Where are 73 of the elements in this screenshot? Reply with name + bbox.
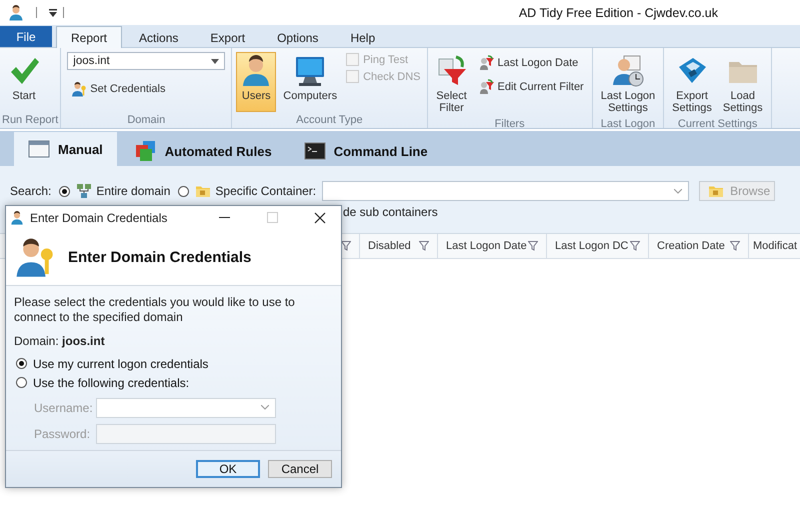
file-menu[interactable]: File: [0, 26, 52, 47]
network-icon: [76, 183, 92, 199]
filter-icon: [528, 241, 538, 251]
dialog-title: Enter Domain Credentials: [30, 210, 168, 224]
last-logon-date-button[interactable]: Last Logon Date: [474, 52, 588, 74]
dialog-heading: Enter Domain Credentials: [68, 248, 252, 266]
chevron-icon: [261, 405, 269, 410]
caret-icon: [211, 58, 220, 64]
column-header[interactable]: Disabled: [360, 234, 438, 258]
user-clock-icon: [612, 55, 644, 87]
filter-icon: [630, 241, 640, 251]
window-title: AD Tidy Free Edition - Cjwdev.co.uk: [518, 6, 718, 20]
radio-label: Entire domain: [96, 184, 170, 198]
app-icon: [8, 4, 24, 20]
set-credentials-button[interactable]: Set Credentials: [67, 78, 226, 100]
edit-filter-button[interactable]: Edit Current Filter: [474, 76, 588, 98]
filter-icon: [341, 241, 351, 251]
credentials-radio[interactable]: Use my current logon credentials: [14, 354, 333, 373]
group-label: Account Type: [295, 113, 364, 128]
ribbon-tab[interactable]: Report: [56, 26, 122, 48]
view-tab[interactable]: Command Line: [290, 136, 442, 166]
filter-icon: [419, 241, 429, 251]
field-label: Username:: [34, 400, 94, 414]
view-tab[interactable]: Manual: [14, 132, 117, 166]
customize-icon: [49, 8, 57, 18]
users-button[interactable]: Users: [236, 52, 276, 112]
user-key-icon: [71, 81, 88, 97]
filter-user-icon: [478, 55, 495, 71]
radio-button[interactable]: [178, 186, 190, 196]
radio-button[interactable]: [59, 186, 70, 196]
column-header[interactable]: Creation Date: [649, 234, 749, 258]
cancel-button[interactable]: Cancel: [268, 460, 332, 478]
close-icon: [314, 212, 326, 224]
group-label: Current Settings: [676, 117, 758, 132]
app-icon: [10, 210, 24, 224]
group-label: Domain: [126, 113, 166, 128]
load-settings-button[interactable]: Load Settings: [718, 52, 767, 117]
domain-text: Domain: joos.int: [14, 334, 106, 348]
credentials-radio[interactable]: Use the following credentials:: [14, 373, 333, 392]
field-label: Password:: [34, 426, 92, 440]
container-field[interactable]: [322, 181, 690, 201]
last-logon-settings-button[interactable]: Last Logon Settings: [596, 52, 660, 117]
search-label: Search:: [10, 184, 52, 198]
description-text: Please select the credentials you would like to use to connect to the specified domain: [14, 295, 296, 325]
view-tab[interactable]: Automated Rules: [120, 136, 286, 166]
ribbon-tab[interactable]: Help: [335, 27, 390, 47]
ribbon-tab[interactable]: Export: [195, 27, 260, 47]
funnel-icon: [436, 55, 468, 87]
export-settings-button[interactable]: Export Settings: [668, 52, 716, 117]
start-button[interactable]: Start: [4, 52, 44, 112]
blocks-icon: [134, 140, 157, 162]
radio-button[interactable]: [16, 358, 27, 369]
column-header[interactable]: Last Logon Date: [438, 234, 547, 258]
group-label: Last Logon: [600, 117, 656, 132]
maximize-icon: [266, 212, 278, 223]
column-header[interactable]: Last Logon DC: [547, 234, 649, 258]
chevron-icon: [674, 188, 682, 194]
domain-dropdown[interactable]: joos.int: [67, 52, 226, 70]
filter-icon: [730, 241, 740, 251]
filter-user-icon: [478, 79, 495, 95]
group-label: Run Report: [1, 113, 60, 128]
checkbox-label: de sub containers: [343, 205, 439, 219]
group-label: Filters: [494, 117, 526, 132]
computers-button[interactable]: Computers: [279, 52, 342, 112]
console-icon: [304, 142, 326, 160]
ok-button[interactable]: OK: [196, 460, 260, 478]
ribbon-tab[interactable]: Actions: [124, 27, 194, 47]
select-filter-button[interactable]: Select Filter: [432, 52, 472, 117]
window-icon: [28, 140, 50, 158]
radio-label: Specific Container:: [215, 184, 316, 198]
ribbon-tab[interactable]: Options: [262, 27, 334, 47]
column-header[interactable]: Modificat: [749, 234, 800, 258]
radio-button[interactable]: [16, 377, 27, 388]
